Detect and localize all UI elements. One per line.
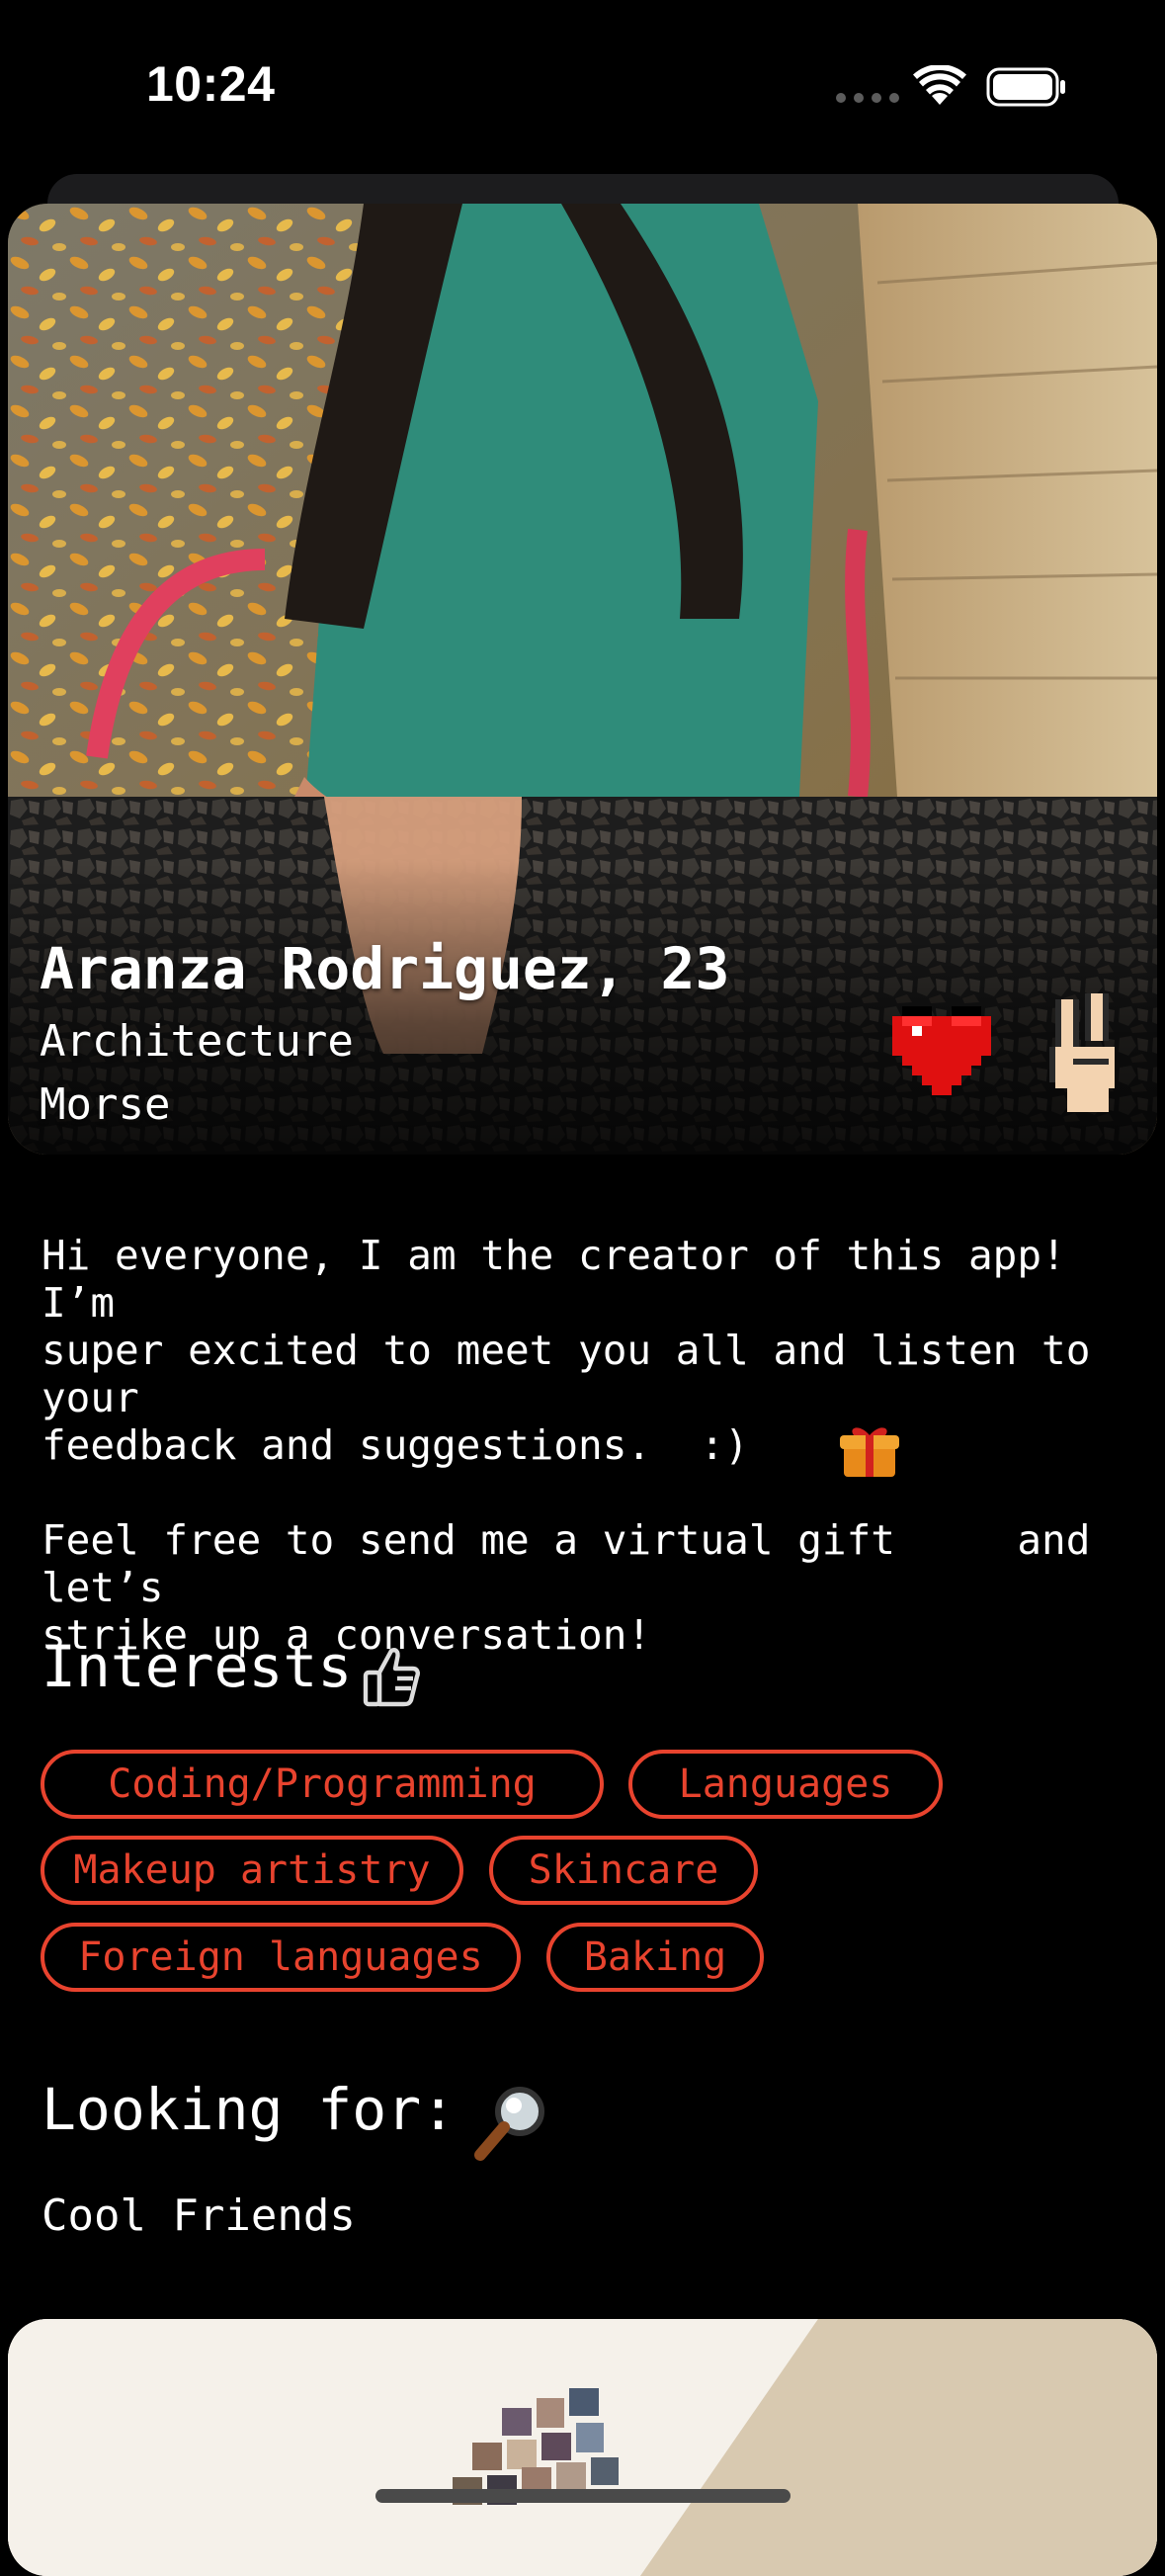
- interest-chip-baking[interactable]: Baking: [546, 1923, 764, 1992]
- profile-major: Architecture: [40, 1016, 354, 1067]
- gift-icon: [840, 1427, 899, 1477]
- status-time: 10:24: [146, 56, 276, 112]
- interest-chip-makeup[interactable]: Makeup artistry: [41, 1836, 463, 1905]
- interest-chip-languages[interactable]: Languages: [628, 1750, 943, 1819]
- second-photo-card[interactable]: [8, 2319, 1157, 2576]
- profile-college: Morse: [40, 1079, 171, 1130]
- looking-for-value: Cool Friends: [42, 2190, 356, 2241]
- battery-icon: [986, 67, 1065, 107]
- bio-text: Hi everyone, I am the creator of this ap…: [42, 1232, 1138, 1659]
- cellular-dots-icon: [836, 93, 899, 103]
- interest-chip-foreign-languages[interactable]: Foreign languages: [41, 1923, 521, 1992]
- profile-photo-card[interactable]: Aranza Rodriguez, 23 Architecture Morse: [8, 204, 1157, 1155]
- interests-title: Interests: [42, 1633, 353, 1700]
- thumbs-up-icon: [363, 1648, 420, 1707]
- profile-name: Aranza Rodriguez, 23: [40, 935, 730, 1002]
- bio-paragraph-1: Hi everyone, I am the creator of this ap…: [42, 1232, 1091, 1469]
- magnifier-icon: [474, 2087, 544, 2161]
- home-indicator: [375, 2489, 791, 2503]
- second-photo: [8, 2319, 1157, 2576]
- interest-chip-skincare[interactable]: Skincare: [489, 1836, 758, 1905]
- peace-hand-icon[interactable]: [1049, 992, 1121, 1113]
- status-bar: 10:24: [0, 0, 1165, 168]
- interest-chip-coding[interactable]: Coding/Programming: [41, 1750, 604, 1819]
- looking-for-title: Looking for:: [42, 2076, 457, 2143]
- wifi-icon: [913, 65, 966, 105]
- heart-icon[interactable]: [892, 1006, 991, 1095]
